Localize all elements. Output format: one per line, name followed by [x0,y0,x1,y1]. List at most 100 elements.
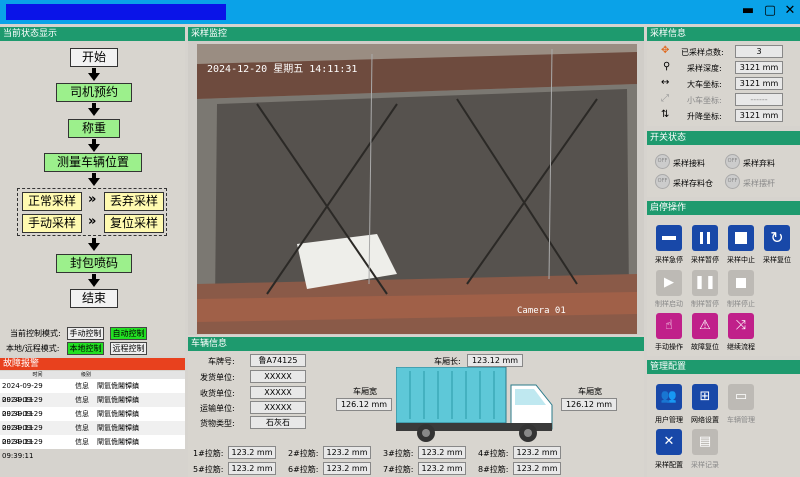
vehicle-mgmt-icon[interactable]: ▭ [728,384,754,410]
mgmt-panel: 👥 用户管理 ⊞ 网络设置 ▭ 车辆管理 ✕ 采样配置 ▤ 采样记录 [647,374,800,477]
prep-stop-button[interactable] [728,270,754,296]
bar4-value: 123.2 mm [513,446,561,459]
plate-value: 鲁A74125 [250,354,306,367]
arrow-icon [88,279,100,287]
prep-stop-label: 制样停止 [727,300,755,308]
points-label: 已采样点数: [681,48,724,57]
manual-op-label: 手动操作 [655,343,683,351]
arrow-icon [88,73,100,81]
sampling-panel: ✥ 已采样点数: 3 ⚲ 采样深度: 3121 mm ↔ 大车坐标: 3121 … [647,41,800,126]
transport-label: 运输单位: [200,404,235,413]
switch-off-icon: OFF [725,174,740,189]
close-button[interactable]: ✕ [782,3,798,19]
depth-label: 采样深度: [687,64,722,73]
arrow-icon [88,243,100,251]
sender-label: 发货单位: [200,373,235,382]
pause-button[interactable] [692,225,718,251]
alarm-table: 时间 级别 2024-09-29 09:39:11 信息 閘氫佹闂镡鎮 2024-0… [0,371,185,460]
cart-y-icon: ⤢ [661,93,669,104]
estop-button[interactable] [656,225,682,251]
prep-pause-button[interactable]: ❚❚ [692,270,718,296]
receiver-value: XXXXX [250,386,306,399]
sender-value: XXXXX [250,370,306,383]
reset-label: 采样复位 [763,256,791,264]
switch-off-icon: OFF [655,174,670,189]
prep-start-button[interactable]: ▶ [656,270,682,296]
sampling-config-icon[interactable]: ✕ [656,429,682,455]
flow-normal: 正常采样 [22,192,82,211]
vehicle-panel: 车牌号: 鲁A74125 发货单位: XXXXX 收货单位: XXXXX 运输单… [188,351,644,477]
alarm-row[interactable]: 2024-09-29 09:39:11 信息 閘氫佹闂镡鎮 [0,393,185,418]
alarm-row[interactable]: 2024-09-29 09:39:11 信息 閘氫佹闂镡鎮 [0,421,185,446]
cart-y-label: 小车坐标: [687,96,722,105]
bar7-value: 123.2 mm [418,462,466,475]
users-icon[interactable]: 👥 [656,384,682,410]
status-panel-title: 当前状态显示 [0,27,185,41]
app-title [6,4,226,20]
lift-value: 3121 mm [735,109,783,122]
network-icon[interactable]: ⊞ [692,384,718,410]
vehicle-mgmt-label: 车辆管理 [727,416,755,424]
continue-label: 继续流程 [727,343,755,351]
pause-label: 采样暂停 [691,256,719,264]
switch-label: 采样存料仓 [673,179,713,188]
arrow-icon [88,144,100,152]
remote-control-button[interactable]: 远程控制 [110,342,147,355]
depth-value: 3121 mm [735,61,783,74]
manual-control-button[interactable]: 手动控制 [67,327,104,340]
fault-reset-button[interactable]: ⚠ [692,313,718,339]
alarm-row[interactable]: 2024-09-29 09:39:11 信息 閘氫佹闂镡鎮 [0,379,185,404]
flow-reset: 复位采样 [104,214,164,233]
cart-y-value: ------ [735,93,783,106]
arrow-icon [88,178,100,186]
bar6-label: 6#拉筋: [288,465,319,474]
cart-x-value: 3121 mm [735,77,783,90]
alarm-row[interactable]: 2024-09-29 09:39:11 信息 閘氫佹闂镡鎮 [0,435,185,460]
flow-discard: 丢弃采样 [104,192,164,211]
flow-weigh: 称重 [68,119,120,138]
switch-label: 采样摆杆 [743,179,775,188]
alarm-title: 故障报警 [0,358,185,370]
flow-seal: 封包喷码 [56,254,132,273]
plate-label: 车牌号: [208,357,235,366]
records-label: 采样记录 [691,461,719,469]
switches-title: 开关状态 [647,131,800,145]
alarm-row[interactable]: 2024-09-29 09:39:11 信息 閘氫佹闂镡鎮 [0,407,185,432]
cargo-label: 货物类型: [200,419,235,428]
flow-start: 开始 [70,48,118,67]
auto-control-button[interactable]: 自动控制 [110,327,147,340]
length-label: 车厢长: [434,357,461,366]
switch-label: 采样弃料 [743,159,775,168]
stop-button[interactable] [728,225,754,251]
points-value: 3 [735,45,783,58]
bar5-label: 5#拉筋: [193,465,224,474]
camera-datetime: 2024-12-20 星期五 14:11:31 [207,64,358,75]
swap-icon: » [88,214,97,229]
bar8-label: 8#拉筋: [478,465,509,474]
switches-panel: OFF 采样接料 OFF 采样弃料 OFF 采样存料仓 OFF 采样摆杆 [647,145,800,197]
title-bar: ▬ ▢ ✕ [0,0,800,24]
flow-measure: 测量车辆位置 [44,153,142,172]
control-mode-label: 当前控制模式: [10,329,61,338]
bar8-value: 123.2 mm [513,462,561,475]
local-control-button[interactable]: 本地控制 [67,342,104,355]
reset-button[interactable]: ↻ [764,225,790,251]
flow-manual: 手动采样 [22,214,82,233]
mgmt-title: 管理配置 [647,360,800,374]
records-icon[interactable]: ▤ [692,429,718,455]
continue-button[interactable]: ⤨ [728,313,754,339]
bar2-value: 123.2 mm [323,446,371,459]
network-label: 网络设置 [691,416,719,424]
ops-panel: 采样急停 采样暂停 采样中止 ↻ 采样复位 ▶ 制样启动 ❚❚ 制样暂停 制样停… [647,215,800,356]
fault-reset-label: 故障复位 [691,343,719,351]
cargo-value: 石灰石 [250,416,306,429]
minimize-button[interactable]: ▬ [740,3,756,19]
width-value-left: 126.12 mm [336,398,392,411]
sampling-config-label: 采样配置 [655,461,683,469]
vehicle-title: 车辆信息 [188,337,644,351]
manual-op-button[interactable]: ☝ [656,313,682,339]
stop-label: 采样中止 [727,256,755,264]
camera-feed[interactable]: 2024-12-20 星期五 14:11:31 Camera 01 [197,44,637,334]
cart-x-label: 大车坐标: [687,80,722,89]
maximize-button[interactable]: ▢ [762,3,778,19]
